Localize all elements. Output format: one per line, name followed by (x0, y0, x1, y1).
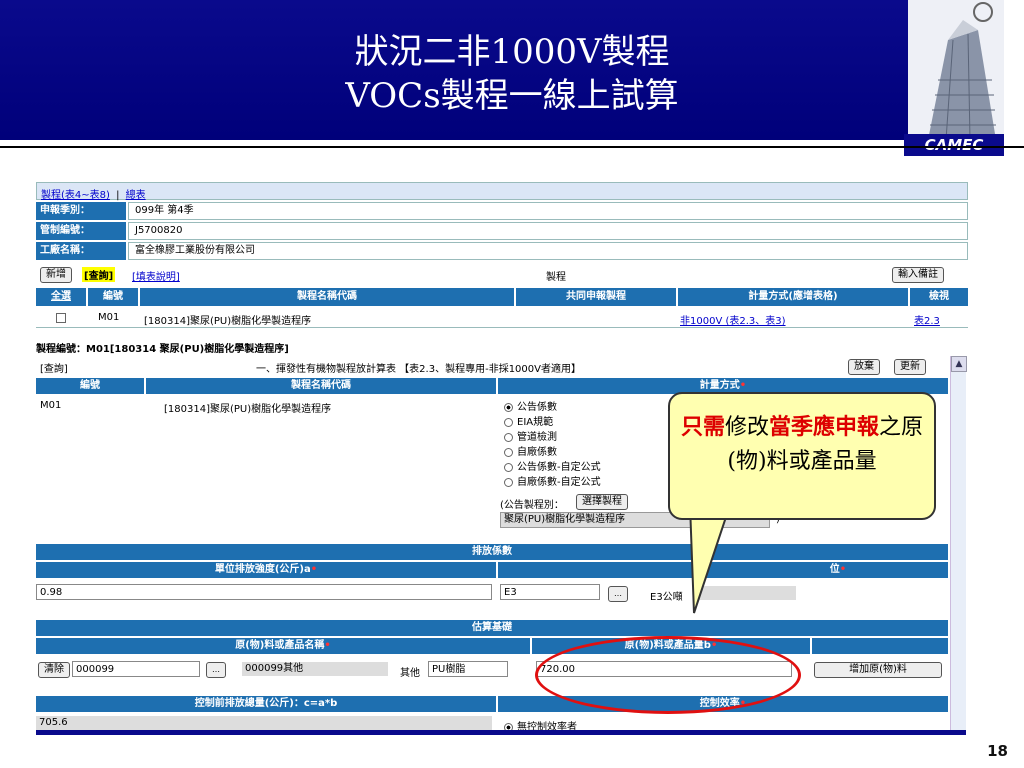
discard-button[interactable]: 放棄 (848, 359, 880, 375)
material-code-input[interactable]: 000099 (72, 661, 200, 677)
emission-heading: 排放係數 (36, 544, 948, 560)
radio-icon (504, 417, 513, 427)
info-label: 管制編號： (36, 222, 126, 240)
page-number: 18 (987, 742, 1008, 760)
method-option[interactable]: 自廠係數 (504, 445, 601, 460)
note-button[interactable]: 輸入備註 (892, 267, 944, 283)
emission-left-header: 單位排放強度(公斤)a• (36, 562, 496, 578)
row-name: [180314]聚尿(PU)樹脂化學製造程序 (144, 316, 312, 327)
category-label: (公告製程別： (500, 500, 564, 511)
other-input[interactable]: PU樹脂 (428, 661, 508, 677)
info-row-id: 管制編號： J5700820 (36, 222, 968, 240)
calc-id: M01 (40, 400, 62, 411)
section-query[interactable]: [查詢] (40, 360, 68, 375)
calc-col-name: 製程名稱代碼 (146, 378, 496, 394)
row-id: M01 (98, 312, 120, 323)
row-method-link[interactable]: 非1000V (表2.3、表3) (680, 312, 786, 327)
info-label: 工廠名稱： (36, 242, 126, 260)
select-all[interactable]: 全選 (36, 288, 86, 306)
material-name: 000099其他 (242, 662, 388, 676)
method-options: 公告係數 EIA規範 管道檢測 自廠係數 公告係數-自定公式 自廠係數-自定公式 (504, 400, 601, 490)
material-header: 原(物)料或產品名稱• (36, 638, 530, 654)
callout-text: 只需修改當季應申報之原(物)料或產品量 (680, 414, 924, 474)
footer-strip (36, 730, 966, 735)
material-lookup-icon[interactable]: … (206, 662, 226, 678)
update-button[interactable]: 更新 (894, 359, 926, 375)
emission-unit-code-input[interactable]: E3 (500, 584, 600, 600)
estimation-header: 原(物)料或產品名稱• 原(物)料或產品量b• (36, 638, 948, 654)
select-process-button[interactable]: 選擇製程 (576, 494, 628, 510)
tab-separator: | (116, 190, 120, 201)
method-option[interactable]: EIA規範 (504, 415, 601, 430)
method-option[interactable]: 管道檢測 (504, 430, 601, 445)
scroll-up-icon[interactable]: ▲ (951, 356, 967, 372)
bottom-header: 控制前排放總量(公斤)：c=a*b 控制效率• (36, 696, 948, 712)
col-id: 編號 (88, 288, 138, 306)
estimation-header-blank (812, 638, 948, 654)
method-option[interactable]: 公告係數-自定公式 (504, 460, 601, 475)
toolbar: 新增 [查詢] [填表說明] 製程 輸入備註 (36, 264, 968, 284)
slide-title-line2: VOCs製程一線上試算 (345, 76, 679, 116)
calc-name: [180314]聚尿(PU)樹脂化學製造程序 (164, 404, 332, 415)
query-link[interactable]: [查詢] (82, 267, 116, 282)
tab-bar: 製程(表4~表8) | 總表 (36, 182, 968, 201)
method-option[interactable]: 公告係數 (504, 400, 601, 415)
total-header: 控制前排放總量(公斤)：c=a*b (36, 696, 496, 712)
estimation-heading: 估算基礎 (36, 620, 948, 636)
col-shared: 共同申報製程 (516, 288, 676, 306)
emission-unit-label: E3公噸 (650, 592, 683, 603)
table-row: M01 [180314]聚尿(PU)樹脂化學製造程序 非1000V (表2.3、… (36, 308, 968, 328)
tab-process[interactable]: 製程(表4~表8) (41, 190, 110, 201)
col-method: 計量方式(應增表格) (678, 288, 908, 306)
radio-icon (504, 722, 513, 730)
section-toolbar: [查詢] 一、揮發性有機物製程放計算表 【表2.3、製程專用-非採1000V者適… (36, 356, 948, 376)
row-view-link[interactable]: 表2.3 (914, 312, 940, 327)
add-button[interactable]: 新增 (40, 267, 72, 283)
row-checkbox[interactable] (56, 313, 66, 323)
section-heading: 製程編號：M01[180314 聚尿(PU)樹脂化學製造程序] (36, 344, 289, 355)
method-option[interactable]: 自廠係數-自定公式 (504, 475, 601, 490)
tab-summary[interactable]: 總表 (126, 190, 146, 201)
col-process-name: 製程名稱代碼 (140, 288, 514, 306)
slide-title: 狀況二非1000V製程 VOCs製程一線上試算 (0, 30, 1024, 118)
title-underline (0, 146, 1024, 148)
info-value: J5700820 (128, 222, 968, 240)
emission-strength-input[interactable]: 0.98 (36, 584, 492, 600)
building-logo-icon (908, 0, 1004, 140)
toolbar-center-label: 製程 (546, 272, 566, 283)
other-label: 其他 (400, 668, 420, 679)
info-value: 099年 第4季 (128, 202, 968, 220)
info-row-factory: 工廠名稱： 富全橡膠工業股份有限公司 (36, 242, 968, 260)
emission-header: 單位排放強度(公斤)a• 位• (36, 562, 948, 578)
add-material-button[interactable]: 增加原(物)料 (814, 662, 942, 678)
highlight-ellipse (535, 636, 801, 714)
help-link[interactable]: [填表說明] (132, 268, 180, 283)
total-value: 705.6 (36, 716, 492, 730)
clear-button[interactable]: 清除 (38, 662, 70, 678)
radio-icon (504, 447, 513, 457)
lookup-icon[interactable]: … (608, 586, 628, 602)
radio-icon (504, 402, 513, 412)
col-view: 檢視 (910, 288, 968, 306)
section-subtitle: 一、揮發性有機物製程放計算表 【表2.3、製程專用-非採1000V者適用】 (256, 364, 581, 375)
camec-logo: CAMEC (904, 134, 1004, 156)
info-label: 申報季別： (36, 202, 126, 220)
calc-col-method-label: 計量方式 (699, 380, 740, 391)
calc-col-id: 編號 (36, 378, 144, 394)
slide-title-line1: 狀況二非1000V製程 (354, 32, 670, 72)
efficiency-option[interactable]: 無控制效率者 (504, 718, 577, 730)
radio-icon (504, 462, 513, 472)
info-row-season: 申報季別： 099年 第4季 (36, 202, 968, 220)
radio-icon (504, 432, 513, 442)
radio-icon (504, 477, 513, 487)
callout-pointer (688, 505, 732, 614)
process-table-header: 全選 編號 製程名稱代碼 共同申報製程 計量方式(應增表格) 檢視 (36, 288, 968, 306)
info-value: 富全橡膠工業股份有限公司 (128, 242, 968, 260)
vertical-scrollbar[interactable]: ▲ (950, 356, 967, 730)
